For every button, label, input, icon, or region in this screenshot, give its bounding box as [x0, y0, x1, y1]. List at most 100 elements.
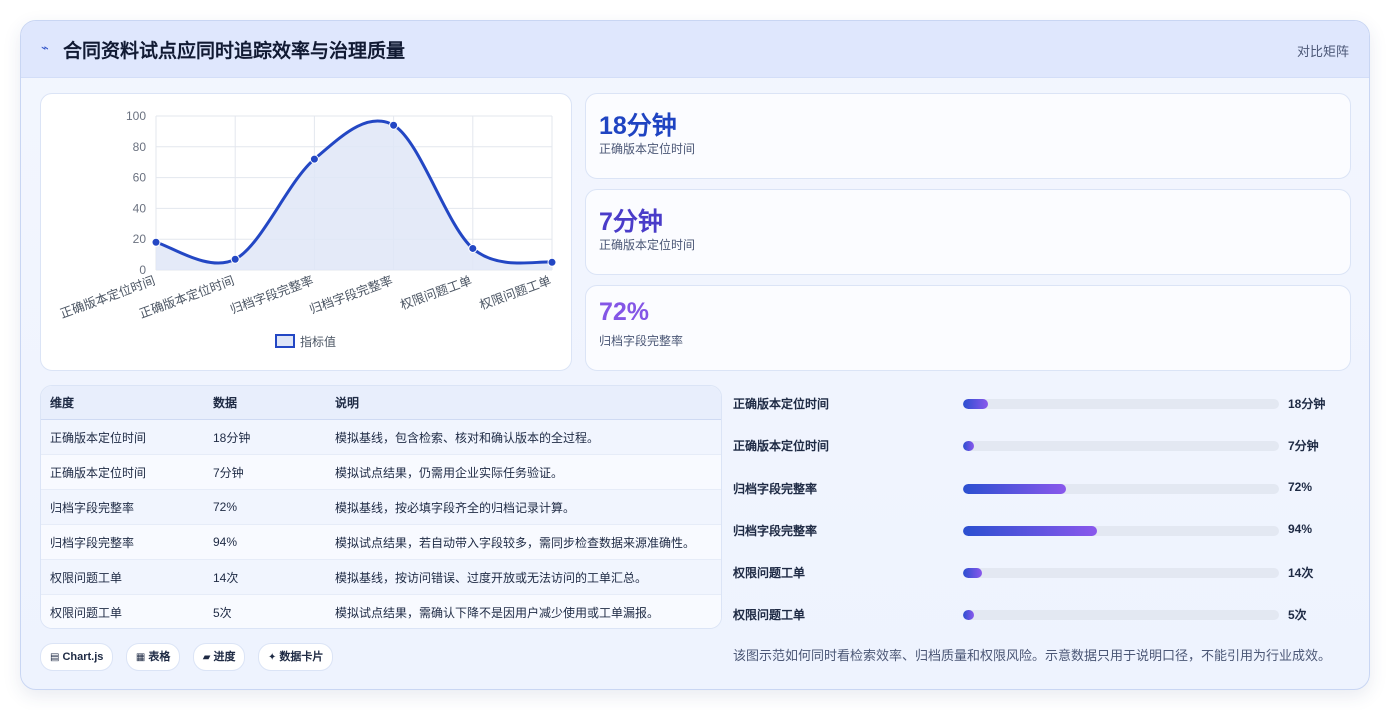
- progress-track: [963, 568, 1279, 578]
- y-tick-label: 100: [126, 109, 146, 123]
- table-cell: 归档字段完整率: [41, 489, 204, 525]
- main-panel: ⌁ 合同资料试点应同时追踪效率与治理质量 对比矩阵 0 20 40 60 80 100 正确…: [20, 20, 1370, 690]
- chip-label: 数据卡片: [279, 651, 324, 663]
- chart-icon: ▤: [50, 652, 60, 663]
- table-cell: 模拟试点结果，仍需用企业实际任务验证。: [326, 454, 721, 490]
- table-cell: 权限问题工单: [41, 559, 204, 595]
- y-tick-label: 20: [133, 232, 147, 246]
- table-cell: 归档字段完整率: [41, 524, 204, 560]
- data-point: [389, 120, 399, 130]
- chip-chartjs[interactable]: ▤ Chart.js: [40, 643, 114, 671]
- y-tick-label: 60: [133, 171, 147, 185]
- chip-progress[interactable]: ▰ 进度: [192, 643, 246, 671]
- column-header: 说明: [326, 386, 721, 420]
- header: ⌁ 合同资料试点应同时追踪效率与治理质量 对比矩阵: [21, 21, 1369, 78]
- table-row: 正确版本定位时间 7分钟 模拟试点结果，仍需用企业实际任务验证。: [41, 454, 721, 490]
- stat-card: 72% 归档字段完整率: [585, 285, 1351, 371]
- progress-fill: [963, 526, 1098, 536]
- table-header-row: 维度 数据 说明: [41, 386, 721, 420]
- table-cell: 正确版本定位时间: [41, 419, 204, 455]
- progress-row: 归档字段完整率 72%: [733, 478, 1353, 498]
- stat-value: 72%: [599, 298, 650, 326]
- stat-card: 7分钟 正确版本定位时间: [585, 189, 1351, 275]
- table-cell: 72%: [204, 489, 326, 525]
- legend-label: 指标值: [300, 334, 336, 349]
- progress-value: 72%: [1288, 480, 1313, 494]
- chart-card: 0 20 40 60 80 100 正确版本定位时间 正确版本定位时间 归档字段完整率 归档字段完…: [40, 93, 572, 371]
- progress-value: 5次: [1288, 608, 1307, 622]
- progress-value: 14次: [1288, 566, 1314, 580]
- progress-label: 正确版本定位时间: [733, 439, 830, 453]
- progress-value: 7分钟: [1288, 439, 1319, 453]
- table-cell: 7分钟: [204, 454, 326, 490]
- data-point: [151, 237, 161, 247]
- y-tick-label: 40: [133, 201, 147, 215]
- table-cell: 模拟试点结果，若自动带入字段较多，需同步检查数据来源准确性。: [326, 524, 721, 560]
- stat-label: 正确版本定位时间: [599, 238, 696, 252]
- table-cell: 14次: [204, 559, 326, 595]
- progress-list: 正确版本定位时间 18分钟 正确版本定位时间 7分钟 归档字段完整率 72% 归…: [733, 385, 1353, 645]
- x-tick-label: 归档字段完整率: [228, 273, 315, 317]
- data-point: [468, 243, 478, 253]
- progress-track: [963, 484, 1279, 494]
- data-table: 维度 数据 说明 正确版本定位时间 18分钟 模拟基线，包含检索、核对和确认版本…: [41, 386, 721, 628]
- column-header: 数据: [204, 386, 326, 420]
- sparkle-icon: ✦: [267, 652, 277, 663]
- table-cell: 模拟试点结果，需确认下降不是因用户减少使用或工单漏报。: [326, 594, 721, 628]
- progress-fill: [963, 484, 1066, 494]
- line-chart: 020406080100正确版本定位时间正确版本定位时间归档字段完整率归档字段完…: [58, 109, 557, 349]
- page-title: 合同资料试点应同时追踪效率与治理质量: [63, 41, 406, 62]
- chip-label: 进度: [213, 651, 236, 663]
- progress-label: 权限问题工单: [733, 608, 806, 622]
- progress-row: 权限问题工单 5次: [733, 604, 1353, 624]
- progress-label: 正确版本定位时间: [733, 397, 830, 411]
- view-mode-label[interactable]: 对比矩阵: [1297, 41, 1349, 60]
- progress-fill: [963, 441, 975, 451]
- progress-value: 18分钟: [1288, 397, 1326, 411]
- table-cell: 正确版本定位时间: [41, 454, 204, 490]
- progress-fill: [963, 568, 982, 578]
- x-tick-label: 权限问题工单: [398, 273, 474, 313]
- table-cell: 权限问题工单: [41, 594, 204, 628]
- progress-row: 权限问题工单 14次: [733, 562, 1353, 582]
- table-cell: 模拟基线，按访问错误、过度开放或无法访问的工单汇总。: [326, 559, 721, 595]
- chip-table[interactable]: ▦ 表格: [125, 643, 181, 671]
- progress-track: [963, 399, 1279, 409]
- progress-label: 权限问题工单: [733, 566, 806, 580]
- progress-track: [963, 610, 1279, 620]
- table-cell: 94%: [204, 524, 326, 560]
- progress-value: 94%: [1288, 522, 1313, 536]
- table-row: 归档字段完整率 94% 模拟试点结果，若自动带入字段较多，需同步检查数据来源准确…: [41, 524, 721, 560]
- progress-fill: [963, 399, 989, 409]
- chip-label: 表格: [148, 651, 171, 663]
- table-row: 正确版本定位时间 18分钟 模拟基线，包含检索、核对和确认版本的全过程。: [41, 419, 721, 455]
- tech-chips: ▤ Chart.js ▦ 表格 ▰ 进度 ✦ 数据卡片: [40, 643, 341, 671]
- progress-track: [963, 526, 1279, 536]
- chip-data-cards[interactable]: ✦ 数据卡片: [257, 643, 334, 671]
- progress-fill: [963, 610, 975, 620]
- table-row: 归档字段完整率 72% 模拟基线，按必填字段齐全的归档记录计算。: [41, 489, 721, 525]
- y-tick-label: 0: [139, 263, 146, 277]
- progress-label: 归档字段完整率: [733, 524, 818, 538]
- progress-track: [963, 441, 1279, 451]
- legend-swatch: [275, 334, 295, 348]
- stat-label: 归档字段完整率: [599, 334, 684, 348]
- table-icon: ▦: [135, 652, 146, 663]
- data-point: [230, 254, 240, 264]
- progress-row: 正确版本定位时间 18分钟: [733, 393, 1353, 413]
- y-tick-label: 80: [133, 140, 147, 154]
- stat-label: 正确版本定位时间: [599, 142, 696, 156]
- stat-value: 7分钟: [599, 208, 663, 236]
- pulse-icon: ⌁: [41, 40, 49, 55]
- table-cell: 18分钟: [204, 419, 326, 455]
- table-cell: 模拟基线，包含检索、核对和确认版本的全过程。: [326, 419, 721, 455]
- x-tick-label: 归档字段完整率: [307, 273, 394, 317]
- x-tick-label: 权限问题工单: [477, 273, 553, 313]
- table-row: 权限问题工单 14次 模拟基线，按访问错误、过度开放或无法访问的工单汇总。: [41, 559, 721, 595]
- data-table-card: 维度 数据 说明 正确版本定位时间 18分钟 模拟基线，包含检索、核对和确认版本…: [40, 385, 722, 629]
- progress-row: 归档字段完整率 94%: [733, 520, 1353, 540]
- stat-card: 18分钟 正确版本定位时间: [585, 93, 1351, 179]
- progress-icon: ▰: [202, 652, 211, 663]
- data-point: [309, 154, 319, 164]
- progress-label: 归档字段完整率: [733, 482, 818, 496]
